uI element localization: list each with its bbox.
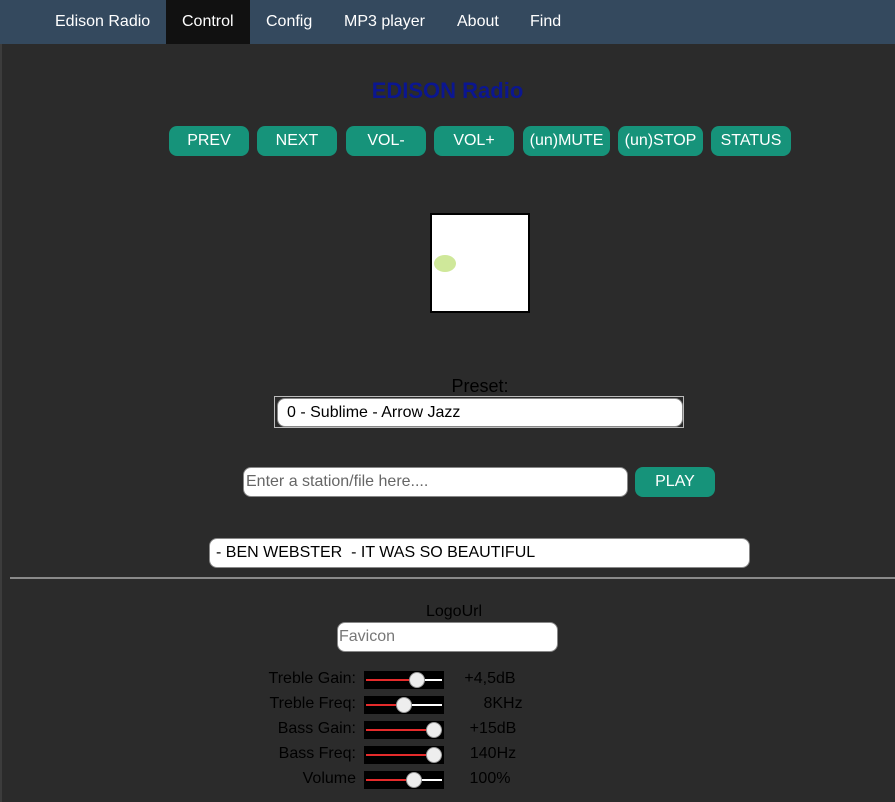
- treble-freq-label: Treble Freq:: [269, 695, 356, 712]
- page-edge: [0, 44, 2, 802]
- bass-freq-slider[interactable]: [364, 746, 444, 764]
- logo-image: [434, 255, 456, 272]
- logourl-label: LogoUrl: [425, 603, 483, 620]
- next-button[interactable]: NEXT: [257, 126, 337, 156]
- bass-gain-label: Bass Gain:: [277, 720, 356, 737]
- logourl-input[interactable]: [337, 622, 558, 652]
- station-input[interactable]: [243, 467, 628, 497]
- volume-label: Volume: [302, 770, 356, 787]
- treble-freq-slider[interactable]: [364, 696, 444, 714]
- nav-config[interactable]: Config: [250, 0, 328, 44]
- station-logo: [430, 213, 530, 313]
- nav-about[interactable]: About: [441, 0, 515, 44]
- volume-slider[interactable]: [364, 771, 444, 789]
- page-title: EDISON Radio: [371, 78, 524, 103]
- now-playing-display: - BEN WEBSTER - IT WAS SO BEAUTIFUL: [209, 538, 750, 568]
- bass-freq-label: Bass Freq:: [278, 745, 356, 762]
- nav-mp3-player[interactable]: MP3 player: [328, 0, 441, 44]
- status-button[interactable]: STATUS: [711, 126, 791, 156]
- divider: [10, 577, 895, 579]
- mute-button[interactable]: (un)MUTE: [523, 126, 610, 156]
- treble-gain-value: +4,5dB: [464, 670, 516, 687]
- nav-control[interactable]: Control: [166, 0, 250, 44]
- bass-gain-value: +15dB: [469, 720, 517, 737]
- top-nav: Edison Radio Control Config MP3 player A…: [0, 0, 895, 44]
- play-button[interactable]: PLAY: [635, 467, 715, 497]
- nav-edison-radio[interactable]: Edison Radio: [39, 0, 166, 44]
- preset-select-frame: 0 - Sublime - Arrow Jazz: [274, 396, 684, 428]
- nav-find[interactable]: Find: [514, 0, 577, 44]
- stop-button[interactable]: (un)STOP: [618, 126, 703, 156]
- treble-gain-label: Treble Gain:: [268, 670, 356, 687]
- bass-freq-value: 140Hz: [469, 745, 517, 762]
- treble-freq-value: 8KHz: [483, 695, 523, 712]
- treble-gain-slider[interactable]: [364, 671, 444, 689]
- bass-gain-slider[interactable]: [364, 721, 444, 739]
- prev-button[interactable]: PREV: [169, 126, 249, 156]
- volume-up-button[interactable]: VOL+: [434, 126, 514, 156]
- volume-down-button[interactable]: VOL-: [346, 126, 426, 156]
- preset-select[interactable]: 0 - Sublime - Arrow Jazz: [277, 398, 683, 427]
- volume-value: 100%: [469, 770, 511, 787]
- preset-label: Preset:: [451, 376, 509, 396]
